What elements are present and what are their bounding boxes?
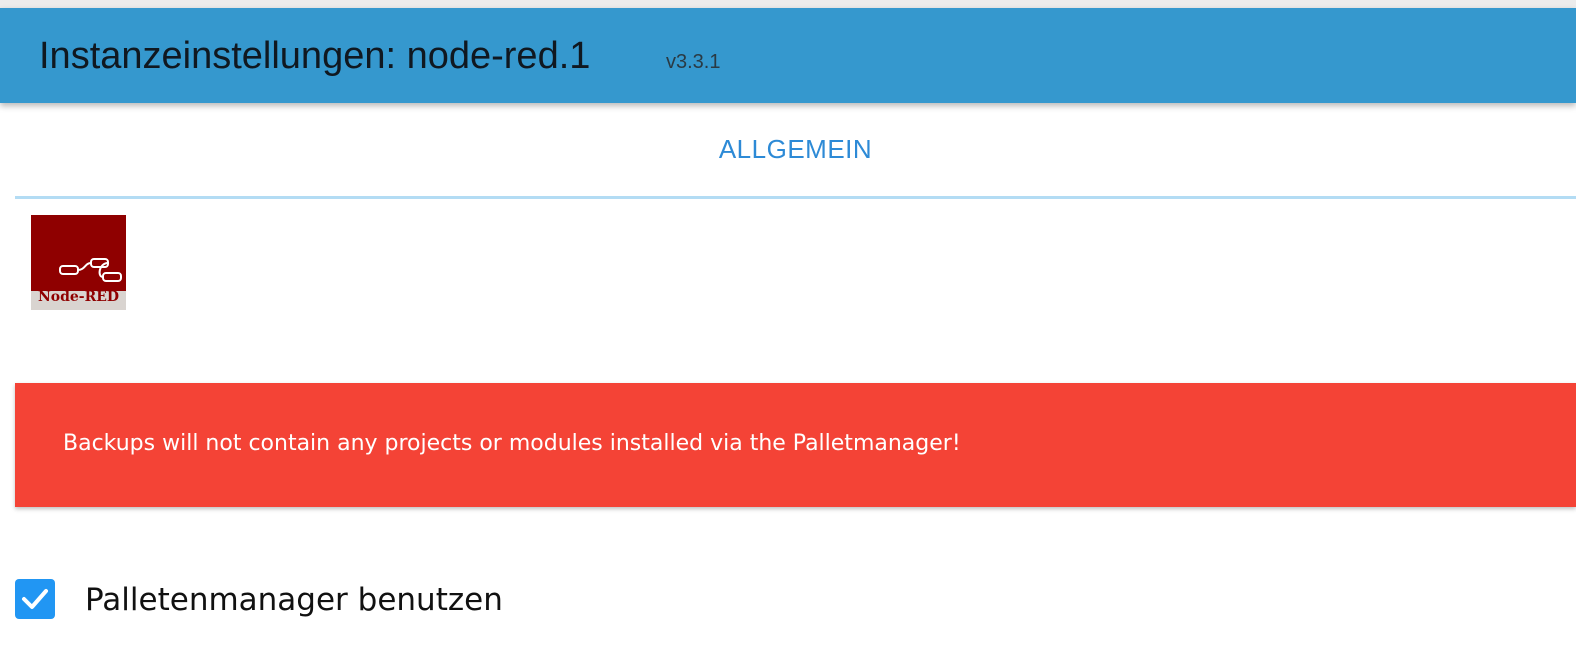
palette-manager-checkbox[interactable] [15, 579, 55, 619]
palette-manager-label[interactable]: Palletenmanager benutzen [85, 582, 503, 618]
tab-allgemein[interactable]: ALLGEMEIN [15, 103, 1576, 196]
node-red-logo: Node-RED [31, 215, 126, 310]
alert-message: Backups will not contain any projects or… [63, 431, 961, 456]
logo-label: Node-RED [37, 289, 120, 305]
version-label: v3.3.1 [666, 51, 721, 73]
page-title: Instanzeinstellungen: node-red.1 [39, 35, 591, 77]
tab-bar: ALLGEMEIN [15, 103, 1576, 199]
checkmark-icon [22, 589, 48, 609]
node-red-flow-icon [59, 258, 122, 282]
backup-warning-alert: Backups will not contain any projects or… [15, 383, 1576, 507]
window-top-strip [0, 0, 1576, 8]
dialog-header: Instanzeinstellungen: node-red.1 v3.3.1 [0, 8, 1576, 103]
tab-active-indicator [15, 196, 1576, 199]
